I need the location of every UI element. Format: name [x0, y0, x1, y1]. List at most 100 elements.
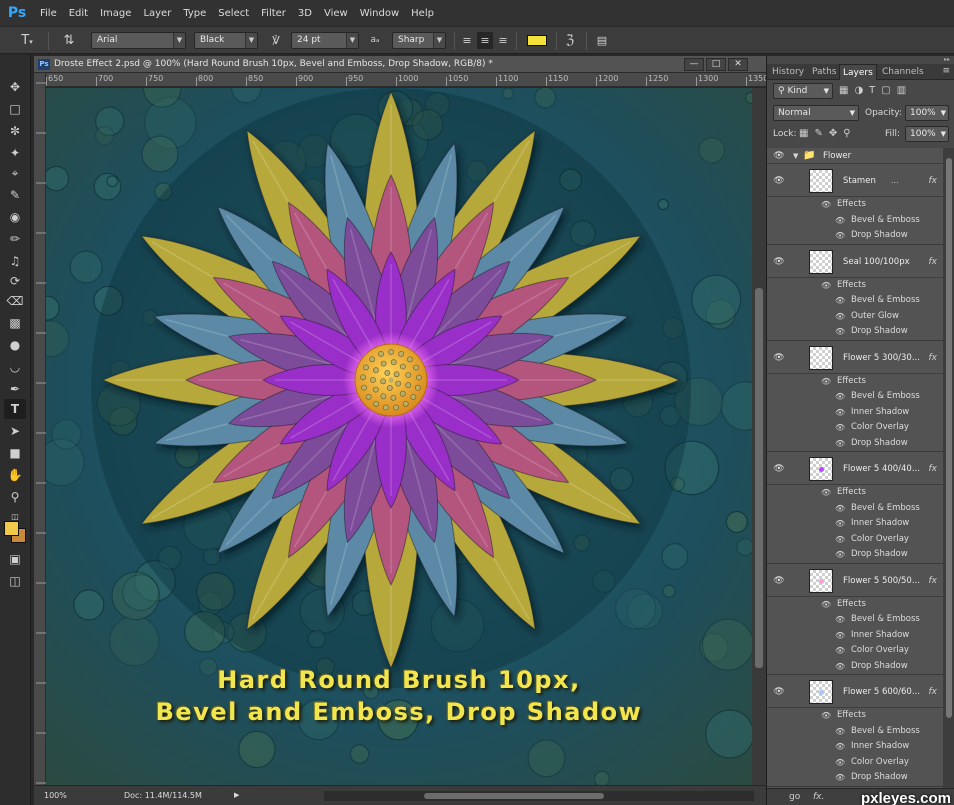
visibility-eye-icon[interactable]: 👁: [773, 246, 785, 278]
menu-edit[interactable]: Edit: [63, 8, 94, 19]
brush-tool-icon[interactable]: ✏: [4, 229, 26, 249]
effect-item-row[interactable]: 👁 Bevel & Emboss: [767, 612, 943, 628]
align-center-icon[interactable]: ≡: [477, 32, 493, 49]
layer-thumbnail[interactable]: [809, 680, 833, 704]
layer-name[interactable]: Flower 5 300/30...: [843, 342, 920, 374]
pen-tool-icon[interactable]: ✒: [4, 379, 26, 399]
lasso-tool-icon[interactable]: ✼: [4, 121, 26, 141]
eraser-tool-icon[interactable]: ⌫: [4, 291, 26, 311]
zoom-tool-icon[interactable]: ⚲: [4, 487, 26, 507]
effect-item-row[interactable]: 👁 Drop Shadow: [767, 547, 943, 563]
font-family-select[interactable]: Arial ▼: [91, 32, 186, 49]
crop-tool-icon[interactable]: ⌖: [4, 163, 26, 183]
type-tool-icon[interactable]: T: [4, 399, 26, 419]
quick-mask-icon[interactable]: ▣: [4, 549, 26, 569]
menu-view[interactable]: View: [318, 8, 354, 19]
visibility-eye-icon[interactable]: 👁: [835, 516, 845, 531]
layer-name[interactable]: Seal 100/100px: [843, 246, 910, 278]
layer-effects-fx-icon[interactable]: fx: [929, 165, 938, 197]
minimize-button[interactable]: —: [684, 58, 704, 71]
fill-field[interactable]: 100% ▼: [905, 126, 949, 142]
effect-item-row[interactable]: 👁 Color Overlay: [767, 754, 943, 770]
effect-item-row[interactable]: 👁 Bevel & Emboss: [767, 212, 943, 228]
effect-item-row[interactable]: 👁 Inner Shadow: [767, 404, 943, 420]
visibility-eye-icon[interactable]: 👁: [835, 532, 845, 547]
effect-item-row[interactable]: 👁 Bevel & Emboss: [767, 723, 943, 739]
history-brush-tool-icon[interactable]: ⟳: [4, 271, 26, 291]
path-selection-tool-icon[interactable]: ➤: [4, 421, 26, 441]
layer-effects-fx-icon[interactable]: fx: [929, 453, 938, 485]
visibility-eye-icon[interactable]: 👁: [835, 389, 845, 404]
maximize-button[interactable]: □: [706, 58, 726, 71]
warp-text-icon[interactable]: ℨ: [561, 32, 579, 49]
link-layers-icon[interactable]: go: [789, 789, 800, 805]
status-menu-arrow-icon[interactable]: ▶: [234, 786, 239, 805]
close-button[interactable]: ✕: [728, 58, 748, 71]
menu-layer[interactable]: Layer: [137, 8, 177, 19]
effect-item-row[interactable]: 👁 Outer Glow: [767, 308, 943, 324]
visibility-eye-icon[interactable]: 👁: [835, 309, 845, 324]
layers-scroll-thumb[interactable]: [946, 158, 952, 718]
tab-channels[interactable]: Channels: [879, 64, 927, 80]
visibility-eye-icon[interactable]: 👁: [835, 739, 845, 754]
clone-stamp-tool-icon[interactable]: ♫: [4, 251, 26, 271]
effect-item-row[interactable]: 👁 Bevel & Emboss: [767, 500, 943, 516]
layer-name[interactable]: Flower 5 500/50...: [843, 565, 920, 597]
visibility-eye-icon[interactable]: 👁: [835, 770, 845, 785]
visibility-eye-icon[interactable]: 👁: [773, 148, 785, 164]
layer-filter-kind-select[interactable]: ⚲ Kind ▼: [773, 83, 833, 99]
visibility-eye-icon[interactable]: 👁: [773, 342, 785, 374]
effects-row[interactable]: 👁 Effects: [767, 197, 943, 213]
screen-mode-icon[interactable]: ◫: [4, 571, 26, 591]
visibility-eye-icon[interactable]: 👁: [835, 293, 845, 308]
canvas-horizontal-scrollbar[interactable]: [324, 791, 754, 801]
visibility-eye-icon[interactable]: 👁: [835, 612, 845, 627]
visibility-eye-icon[interactable]: 👁: [835, 405, 845, 420]
align-left-icon[interactable]: ≡: [460, 32, 474, 49]
layer-row[interactable]: 👁 Flower 5 400/40... fx: [767, 453, 943, 485]
menu-select[interactable]: Select: [212, 8, 255, 19]
layer-row[interactable]: 👁 Seal 100/100px fx: [767, 245, 943, 278]
visibility-eye-icon[interactable]: 👁: [821, 374, 831, 389]
effects-row[interactable]: 👁 Effects: [767, 373, 943, 389]
effects-row[interactable]: 👁 Effects: [767, 596, 943, 612]
menu-filter[interactable]: Filter: [255, 8, 292, 19]
effect-item-row[interactable]: 👁 Color Overlay: [767, 531, 943, 547]
panel-collapse-arrows-icon[interactable]: ▸▸: [944, 56, 950, 63]
effect-item-row[interactable]: 👁 Drop Shadow: [767, 435, 943, 451]
visibility-eye-icon[interactable]: 👁: [773, 453, 785, 485]
effect-item-row[interactable]: 👁 Drop Shadow: [767, 228, 943, 244]
visibility-eye-icon[interactable]: 👁: [821, 708, 831, 723]
visibility-eye-icon[interactable]: 👁: [773, 165, 785, 197]
hand-tool-icon[interactable]: ✋: [4, 465, 26, 485]
effect-item-row[interactable]: 👁 Bevel & Emboss: [767, 389, 943, 405]
visibility-eye-icon[interactable]: 👁: [835, 436, 845, 451]
canvas-horizontal-scroll-thumb[interactable]: [424, 793, 604, 799]
visibility-eye-icon[interactable]: 👁: [821, 278, 831, 293]
effects-row[interactable]: 👁 Effects: [767, 485, 943, 501]
layer-name[interactable]: Stamen: [843, 165, 876, 197]
visibility-eye-icon[interactable]: 👁: [835, 324, 845, 339]
blur-tool-icon[interactable]: ●: [4, 335, 26, 355]
effect-item-row[interactable]: 👁 Color Overlay: [767, 420, 943, 436]
add-layer-style-icon[interactable]: fx.: [813, 789, 824, 805]
layer-thumbnail[interactable]: [809, 345, 833, 370]
layer-row[interactable]: 👁 Stamen... fx: [767, 165, 943, 197]
anti-alias-select[interactable]: Sharp ▼: [392, 32, 446, 49]
visibility-eye-icon[interactable]: 👁: [773, 565, 785, 597]
layer-effects-fx-icon[interactable]: fx: [929, 565, 938, 597]
magic-wand-tool-icon[interactable]: ✦: [4, 143, 26, 163]
visibility-eye-icon[interactable]: 👁: [821, 485, 831, 500]
visibility-eye-icon[interactable]: 👁: [835, 228, 845, 243]
effect-item-row[interactable]: 👁 Color Overlay: [767, 643, 943, 659]
foreground-color-swatch[interactable]: [4, 521, 19, 536]
effect-item-row[interactable]: 👁 Inner Shadow: [767, 739, 943, 755]
text-color-swatch[interactable]: [527, 35, 547, 46]
character-panel-icon[interactable]: ▤: [593, 32, 611, 49]
chevron-down-icon[interactable]: ▼: [793, 148, 798, 164]
eyedropper-tool-icon[interactable]: ✎: [4, 185, 26, 205]
layer-effects-fx-icon[interactable]: fx: [929, 676, 938, 708]
gradient-tool-icon[interactable]: ▩: [4, 313, 26, 333]
visibility-eye-icon[interactable]: 👁: [835, 643, 845, 658]
layer-group-row[interactable]: 👁 ▼ 📁 Flower: [767, 148, 943, 164]
